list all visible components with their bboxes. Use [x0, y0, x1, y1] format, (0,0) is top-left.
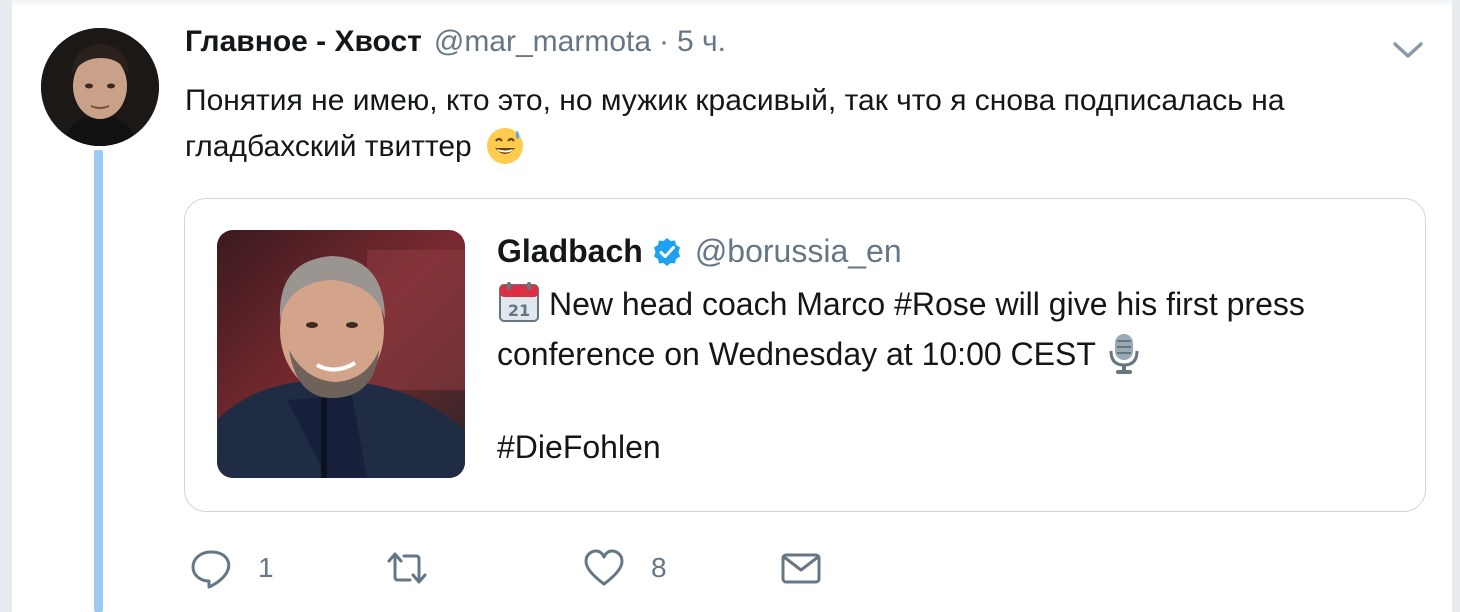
chevron-down-icon[interactable] [1390, 36, 1426, 64]
tweet-text: Понятия не имею, кто это, но мужик краси… [185, 78, 1415, 170]
quoted-hashtag[interactable]: #DieFohlen [497, 429, 661, 466]
reply-count: 1 [258, 552, 274, 583]
tweet-timestamp[interactable]: 5 ч. [677, 25, 726, 59]
quoted-author-name[interactable]: Gladbach [497, 233, 643, 270]
svg-text:21: 21 [508, 301, 530, 320]
like-count: 8 [651, 552, 667, 583]
quoted-tweet-card[interactable]: Gladbach @borussia_en 21 New head coach … [184, 198, 1426, 512]
like-button[interactable]: 8 [583, 545, 667, 591]
quoted-tweet-header: Gladbach @borussia_en [497, 233, 902, 270]
timeline-right-border [1452, 0, 1460, 612]
avatar[interactable] [41, 28, 159, 146]
retweet-icon [387, 552, 427, 584]
sweat-smile-emoji-icon [484, 124, 526, 166]
author-display-name[interactable]: Главное - Хвост [185, 25, 422, 59]
tweet-header: Главное - Хвост @mar_marmota · 5 ч. [185, 22, 726, 62]
quoted-author-handle[interactable]: @borussia_en [695, 233, 902, 270]
previous-tweet-edge [12, 0, 1452, 6]
microphone-emoji-icon [1106, 331, 1142, 375]
separator-dot: · [659, 25, 670, 58]
reply-icon [191, 550, 231, 589]
thread-connector-line [94, 150, 103, 612]
reply-button[interactable]: 1 [190, 545, 274, 591]
quoted-tweet-text: 21 New head coach Marco #Rose will give … [497, 279, 1397, 379]
heart-icon [584, 549, 624, 586]
calendar-emoji-icon: 21 [497, 281, 541, 323]
quoted-tweet-image[interactable] [217, 230, 465, 478]
tweet-body: Понятия не имею, кто это, но мужик краси… [185, 84, 1285, 163]
envelope-icon [781, 553, 821, 584]
tweet-actions: 1 8 [190, 545, 890, 591]
author-handle[interactable]: @mar_marmota [434, 25, 651, 59]
retweet-button[interactable] [386, 545, 454, 591]
direct-message-button[interactable] [780, 545, 822, 591]
verified-badge-icon [651, 236, 683, 268]
timeline-left-border [0, 0, 12, 612]
quoted-body: New head coach Marco #Rose will give his… [497, 286, 1305, 372]
